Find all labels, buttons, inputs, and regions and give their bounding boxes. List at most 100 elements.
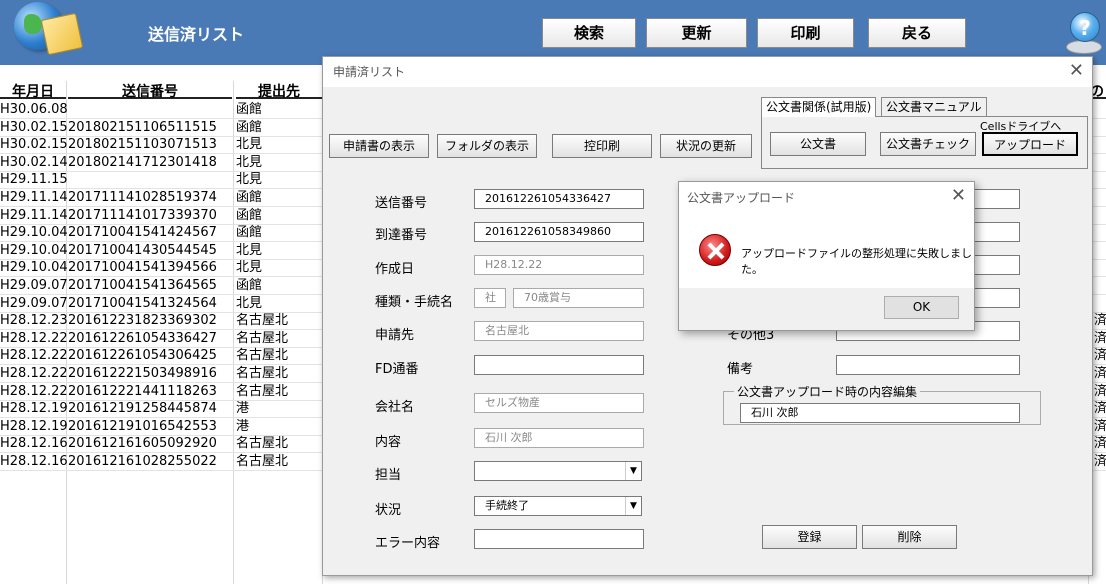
table-row[interactable]: H28.12.23 201612231823369302 名古屋北 bbox=[0, 312, 330, 330]
date-cell[interactable]: H28.12.16 bbox=[0, 453, 68, 471]
date-cell[interactable]: H28.12.19 bbox=[0, 400, 68, 418]
table-row[interactable]: H29.09.07 201710041541364565 函館 bbox=[0, 277, 330, 295]
tab-manual[interactable]: 公文書マニュアル bbox=[881, 97, 987, 117]
status-cell[interactable]: 済 bbox=[1094, 400, 1106, 418]
send-no-cell[interactable]: 201710041541394566 bbox=[68, 259, 217, 277]
date-cell[interactable]: H29.10.04 bbox=[0, 242, 68, 260]
table-row[interactable]: H30.02.14 201802141712301418 北見 bbox=[0, 154, 330, 172]
table-row[interactable]: H28.12.19 201612191016542553 港 bbox=[0, 418, 330, 436]
fd-field[interactable] bbox=[474, 355, 644, 375]
arrival-no-field[interactable]: 201612261058349860 bbox=[474, 222, 644, 242]
error-field[interactable] bbox=[474, 529, 644, 549]
send-no-cell[interactable]: 201612231823369302 bbox=[68, 312, 217, 330]
date-cell[interactable]: H28.12.22 bbox=[0, 330, 68, 348]
status-cell[interactable]: 済 bbox=[1094, 312, 1106, 330]
table-row[interactable]: H30.06.08 函館 bbox=[0, 101, 330, 119]
send-no-cell[interactable]: 201710041541424567 bbox=[68, 224, 217, 242]
table-row[interactable]: H29.09.07 201710041541324564 北見 bbox=[0, 295, 330, 313]
date-cell[interactable]: H28.12.22 bbox=[0, 383, 68, 401]
chevron-down-icon[interactable]: ▼ bbox=[625, 497, 641, 515]
send-no-cell[interactable]: 201612221441118263 bbox=[68, 383, 217, 401]
status-cell[interactable]: 済 bbox=[1094, 418, 1106, 436]
dest-cell[interactable]: 北見 bbox=[236, 136, 262, 154]
destination-field[interactable]: 名古屋北 bbox=[474, 321, 644, 341]
close-icon[interactable]: ✕ bbox=[1069, 61, 1084, 81]
dest-cell[interactable]: 函館 bbox=[236, 207, 262, 225]
tab-documents[interactable]: 公文書関係(試用版) bbox=[761, 97, 877, 117]
content-field[interactable]: 石川 次郎 bbox=[474, 428, 644, 448]
dest-cell[interactable]: 北見 bbox=[236, 259, 262, 277]
table-row[interactable]: H29.10.04 201710041541424567 函館 bbox=[0, 224, 330, 242]
send-no-cell[interactable]: 201802151106511515 bbox=[68, 119, 217, 137]
ok-button[interactable]: OK bbox=[884, 296, 959, 319]
dest-cell[interactable]: 北見 bbox=[236, 295, 262, 313]
send-no-cell[interactable]: 201711141017339370 bbox=[68, 207, 217, 225]
kind-field-2[interactable]: 70歳賞与 bbox=[513, 288, 644, 308]
send-no-cell[interactable]: 201612191016542553 bbox=[68, 418, 217, 436]
table-row[interactable]: H29.11.15 北見 bbox=[0, 171, 330, 189]
dest-cell[interactable]: 函館 bbox=[236, 224, 262, 242]
chevron-down-icon[interactable]: ▼ bbox=[625, 462, 641, 480]
send-no-cell[interactable]: 201612191258445874 bbox=[68, 400, 217, 418]
table-row[interactable]: H29.10.04 201710041541394566 北見 bbox=[0, 259, 330, 277]
send-no-cell[interactable]: 201710041430544545 bbox=[68, 242, 217, 260]
date-cell[interactable]: H30.02.14 bbox=[0, 154, 68, 172]
refresh-button[interactable]: 更新 bbox=[646, 18, 747, 48]
show-application-button[interactable]: 申請書の表示 bbox=[329, 134, 429, 158]
dest-cell[interactable]: 名古屋北 bbox=[236, 347, 288, 365]
send-no-cell[interactable]: 201802151103071513 bbox=[68, 136, 217, 154]
table-row[interactable]: H29.10.04 201710041430544545 北見 bbox=[0, 242, 330, 260]
send-no-cell[interactable]: 201612161605092920 bbox=[68, 435, 217, 453]
table-row[interactable]: H28.12.22 201612221503498916 名古屋北 bbox=[0, 365, 330, 383]
dest-cell[interactable]: 港 bbox=[236, 418, 249, 436]
send-no-cell[interactable]: 201710041541364565 bbox=[68, 277, 217, 295]
table-row[interactable]: H28.12.22 201612261054336427 名古屋北 bbox=[0, 330, 330, 348]
send-no-cell[interactable]: 201612261054336427 bbox=[68, 330, 217, 348]
table-row[interactable]: H28.12.22 201612221441118263 名古屋北 bbox=[0, 383, 330, 401]
dest-cell[interactable]: 北見 bbox=[236, 154, 262, 172]
dest-cell[interactable]: 名古屋北 bbox=[236, 453, 288, 471]
date-cell[interactable]: H29.11.14 bbox=[0, 189, 68, 207]
table-row[interactable]: H28.12.16 201612161605092920 名古屋北 bbox=[0, 435, 330, 453]
status-cell[interactable]: 済 bbox=[1094, 453, 1106, 471]
table-row[interactable]: H28.12.16 201612161028255022 名古屋北 bbox=[0, 453, 330, 471]
dest-cell[interactable]: 函館 bbox=[236, 189, 262, 207]
date-cell[interactable]: H28.12.22 bbox=[0, 347, 68, 365]
table-row[interactable]: H28.12.19 201612191258445874 港 bbox=[0, 400, 330, 418]
send-no-cell[interactable]: 201612261054306425 bbox=[68, 347, 217, 365]
notes-field[interactable] bbox=[836, 355, 1020, 375]
company-field[interactable]: セルズ物産 bbox=[474, 393, 644, 413]
date-cell[interactable]: H29.09.07 bbox=[0, 277, 68, 295]
date-cell[interactable]: H28.12.22 bbox=[0, 365, 68, 383]
dest-cell[interactable]: 名古屋北 bbox=[236, 435, 288, 453]
close-icon[interactable]: ✕ bbox=[951, 185, 966, 206]
document-button[interactable]: 公文書 bbox=[770, 132, 866, 156]
status-cell[interactable]: 済 bbox=[1094, 347, 1106, 365]
dest-cell[interactable]: 名古屋北 bbox=[236, 365, 288, 383]
date-cell[interactable]: H28.12.19 bbox=[0, 418, 68, 436]
help-icon[interactable]: ? bbox=[1070, 12, 1100, 42]
search-button[interactable]: 検索 bbox=[542, 18, 636, 48]
upload-button[interactable]: アップロード bbox=[982, 132, 1078, 156]
status-cell[interactable]: 済 bbox=[1094, 435, 1106, 453]
print-copy-button[interactable]: 控印刷 bbox=[552, 134, 652, 158]
send-no-cell[interactable]: 201612161028255022 bbox=[68, 453, 217, 471]
show-folder-button[interactable]: フォルダの表示 bbox=[437, 134, 537, 158]
table-row[interactable]: H29.11.14 201711141017339370 函館 bbox=[0, 207, 330, 225]
print-button[interactable]: 印刷 bbox=[757, 18, 854, 48]
date-cell[interactable]: H29.09.07 bbox=[0, 295, 68, 313]
date-cell[interactable]: H29.11.14 bbox=[0, 207, 68, 225]
date-cell[interactable]: H30.06.08 bbox=[0, 101, 68, 119]
date-cell[interactable]: H29.10.04 bbox=[0, 224, 68, 242]
dest-cell[interactable]: 北見 bbox=[236, 171, 262, 189]
status-cell[interactable]: 済 bbox=[1094, 365, 1106, 383]
document-check-button[interactable]: 公文書チェック bbox=[880, 132, 976, 156]
date-cell[interactable]: H30.02.15 bbox=[0, 136, 68, 154]
dest-cell[interactable]: 北見 bbox=[236, 242, 262, 260]
status-cell[interactable]: 済 bbox=[1094, 383, 1106, 401]
date-cell[interactable]: H28.12.16 bbox=[0, 435, 68, 453]
register-button[interactable]: 登録 bbox=[762, 525, 857, 549]
table-row[interactable]: H29.11.14 201711141028519374 函館 bbox=[0, 189, 330, 207]
dest-cell[interactable]: 港 bbox=[236, 400, 249, 418]
table-row[interactable]: H30.02.15 201802151106511515 函館 bbox=[0, 119, 330, 137]
